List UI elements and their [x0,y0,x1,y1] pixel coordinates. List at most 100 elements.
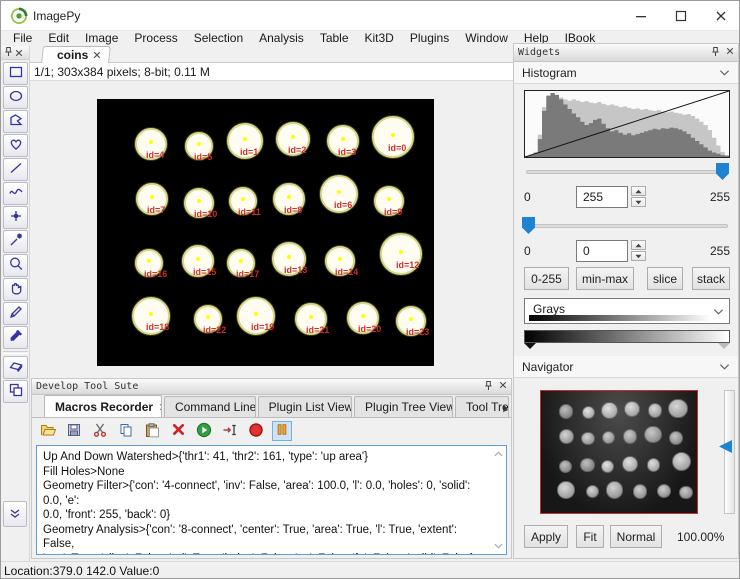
eraser-tool[interactable] [3,356,28,379]
develop-tab-bar: Macros Recorder Command LinePlugin List V… [32,396,511,418]
tab-coins[interactable]: coins [41,46,111,63]
lut-high-handle[interactable] [718,343,730,349]
ellipse-select-tool[interactable] [3,86,28,109]
close-dock-icon[interactable] [726,47,734,58]
tab-command-line[interactable]: Command Line [164,396,256,417]
navigator-coin [602,431,615,444]
lower-slider-track[interactable] [526,224,728,228]
insert-button[interactable] [220,421,240,441]
button-slice[interactable]: slice [647,267,683,290]
rectangle-select-tool[interactable] [3,62,28,85]
close-dock-icon[interactable] [15,46,23,60]
collapse-toolbar-button[interactable] [3,501,27,527]
save-button[interactable] [64,421,84,441]
lower-value-field[interactable]: 0 [576,240,628,262]
menu-kit3d[interactable]: Kit3D [357,31,402,46]
navigator-slider-thumb[interactable] [717,439,733,457]
histogram-section-header[interactable]: Histogram [514,62,738,84]
pin-icon[interactable] [484,380,493,394]
button-stack[interactable]: stack [692,267,730,290]
point-tool[interactable] [3,206,28,229]
menu-process[interactable]: Process [126,31,185,46]
coins-image[interactable]: id=4id=5id=1id=2id=3id=0id=7id=10id=11id… [97,99,434,366]
tab-plugin-tree-view[interactable]: Plugin Tree View [354,396,453,417]
color-picker-tool[interactable] [3,326,28,349]
tab-close-icon[interactable] [159,400,162,414]
tab-scroll-right-icon[interactable] [500,399,510,417]
freehand-select-tool[interactable] [3,134,28,157]
pin-icon[interactable] [711,46,720,60]
button-0-255[interactable]: 0-255 [524,267,569,290]
spin-down-icon[interactable] [631,197,646,207]
histogram-section-label: Histogram [522,66,577,80]
button-label: stack [697,272,725,286]
menu-table[interactable]: Table [312,31,357,46]
clone-tool-icon [8,382,24,401]
macro-line: Geometry Filter>{'con': '4-connect', 'in… [43,479,488,508]
cut-button[interactable] [90,421,110,441]
delete-button[interactable] [168,421,188,441]
lut-gradient-bar[interactable] [524,330,730,343]
scroll-up-icon[interactable] [492,448,504,460]
close-icon[interactable] [701,1,740,31]
line-tool[interactable] [3,158,28,181]
spin-up-icon[interactable] [631,186,646,196]
tools-column [2,61,29,404]
apply-button[interactable]: Apply [524,525,568,548]
navigator-section-header[interactable]: Navigator [514,356,738,378]
macro-recorder-text-area[interactable]: Up And Down Watershed>{'thr1': 41, 'thr2… [36,445,507,555]
coin-center-dot [287,255,291,259]
status-text: Location:379.0 142.0 Value:0 [4,564,159,578]
tab-macros-recorder[interactable]: Macros Recorder [44,395,162,417]
upper-slider-track[interactable] [526,170,728,174]
magic-wand-tool[interactable] [3,230,28,253]
fit-button[interactable]: Fit [576,525,604,548]
tool-dock-header [1,46,29,60]
curve-tool[interactable] [3,182,28,205]
pan-hand-tool[interactable] [3,278,28,301]
menu-image[interactable]: Image [77,31,126,46]
pin-icon[interactable] [4,46,13,60]
normal-button[interactable]: Normal [610,525,662,548]
spin-down-icon[interactable] [631,251,646,261]
record-button[interactable] [246,421,266,441]
scroll-down-icon[interactable] [492,540,504,552]
pencil-tool[interactable] [3,302,28,325]
menu-file[interactable]: File [5,31,40,46]
copy-button[interactable] [116,421,136,441]
coin-center-dot [287,195,291,199]
paste-button[interactable] [142,421,162,441]
menu-plugins[interactable]: Plugins [402,31,457,46]
lut-select[interactable]: Grays [524,298,730,324]
close-dock-icon[interactable] [499,381,507,392]
copy-icon [118,422,134,441]
magic-wand-tool-icon [8,232,24,251]
menu-edit[interactable]: Edit [40,31,77,46]
menu-analysis[interactable]: Analysis [251,31,312,46]
tab-close-icon[interactable] [93,48,101,62]
menu-window[interactable]: Window [457,31,516,46]
maximize-icon[interactable] [661,1,701,31]
pause-button[interactable] [272,421,292,441]
open-button[interactable] [38,421,58,441]
macro-line: 'cov': True, 'slice': False, 'ed': True,… [43,552,488,556]
button-min-max[interactable]: min-max [576,267,634,290]
tab-label: Macros Recorder [55,400,153,414]
lower-slider-thumb[interactable] [522,217,535,234]
upper-slider-thumb[interactable] [716,163,729,180]
upper-value-field[interactable]: 255 [576,186,628,208]
navigator-thumbnail[interactable] [540,390,698,514]
lut-low-handle[interactable] [524,343,536,349]
coin-center-dot [291,135,295,139]
run-button[interactable] [194,421,214,441]
chevron-down-icon [713,305,724,319]
spin-up-icon[interactable] [631,240,646,250]
widgets-dock: Widgets Histogram 0 255 [513,43,739,559]
navigator-coin [606,481,624,499]
tab-plugin-list-view[interactable]: Plugin List View [258,396,352,417]
zoom-tool[interactable] [3,254,28,277]
clone-tool[interactable] [3,380,28,403]
menu-selection[interactable]: Selection [186,31,251,46]
polygon-select-tool[interactable] [3,110,28,133]
minimize-icon[interactable] [621,1,661,31]
